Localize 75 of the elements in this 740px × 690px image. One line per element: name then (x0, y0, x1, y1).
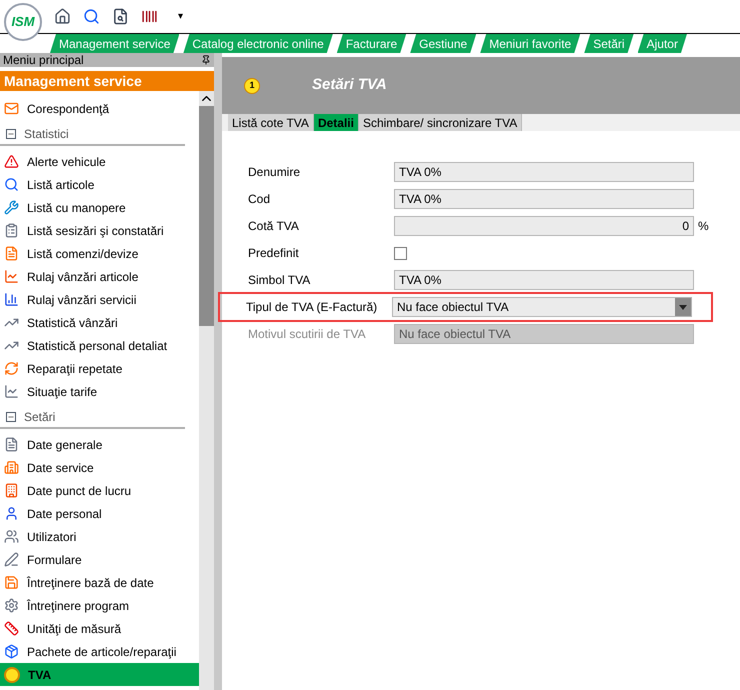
people-icon (4, 529, 19, 544)
sidebar-item[interactable]: Utilizatori (0, 525, 199, 548)
page-title: Setări TVA (312, 75, 387, 96)
barcode-icon[interactable] (141, 8, 158, 25)
package-icon (4, 644, 19, 659)
sidebar-item[interactable]: Listă comenzi/devize (0, 242, 199, 265)
search-icon[interactable] (83, 8, 100, 25)
tab[interactable]: Listă cote TVA (228, 114, 314, 131)
sidebar-item[interactable]: Rulaj vânzări servicii (0, 288, 199, 311)
field-label: Denumire (248, 164, 302, 181)
logo: ISM (4, 2, 42, 40)
sidebar-item[interactable]: Statistică personal detaliat (0, 334, 199, 357)
wrench-icon (4, 200, 19, 215)
coin-icon (4, 666, 20, 682)
sidebar-item[interactable]: Statistică vânzări (0, 311, 199, 334)
alert-icon (4, 154, 19, 169)
sidebar-item[interactable]: Alerte vehicule (0, 150, 199, 173)
number-field[interactable]: 0 (394, 216, 694, 236)
document-search-icon[interactable] (112, 8, 129, 25)
field-label: Cotă TVA (248, 218, 300, 235)
panel-title: Meniu principal (3, 52, 84, 69)
collapse-icon (6, 129, 16, 139)
pin-icon[interactable] (201, 55, 211, 65)
overflow-button[interactable]: ▾ (178, 9, 183, 24)
clipboard-icon (4, 223, 19, 238)
section-header[interactable]: Setări (0, 407, 185, 429)
magnifier-icon (4, 177, 19, 192)
sidebar-item[interactable]: Formulare (0, 548, 199, 571)
line-chart-icon (4, 384, 19, 399)
field-label: Tipul de TVA (E-Factură) (246, 299, 378, 316)
sidebar-item[interactable]: Întreţinere bază de date (0, 571, 199, 594)
sidebar-item[interactable]: Listă sesizări şi constatări (0, 219, 199, 242)
field-label: Cod (248, 191, 272, 208)
unit-label: % (698, 218, 709, 235)
sidebar-item[interactable]: Date service (0, 456, 199, 479)
sidebar-item[interactable]: Date generale (0, 433, 199, 456)
section-header[interactable]: Statistici (0, 124, 185, 146)
sidebar-item[interactable]: Date personal (0, 502, 199, 525)
field-label: Motivul scutirii de TVA (248, 326, 367, 343)
field-label: Simbol TVA (248, 272, 312, 289)
sidebar-item[interactable]: Rulaj vânzări articole (0, 265, 199, 288)
sidebar-item[interactable]: Pachete de articole/reparaţii (0, 640, 199, 663)
collapse-icon (6, 412, 16, 422)
coin-icon: 1 (244, 78, 260, 94)
dropdown[interactable]: Nu face obiectul TVA (392, 297, 692, 317)
sidebar-item[interactable]: Listă articole (0, 173, 199, 196)
field-label: Predefinit (248, 245, 300, 262)
building-icon (4, 460, 19, 475)
text-field[interactable]: TVA 0% (394, 270, 694, 290)
sidebar-item[interactable]: Reparaţii repetate (0, 357, 199, 380)
bar-chart-icon (4, 292, 19, 307)
sidebar-item[interactable]: Corespondenţă (0, 97, 199, 120)
sidebar-item[interactable]: TVA (0, 663, 199, 686)
document-icon (4, 437, 19, 452)
text-field[interactable]: TVA 0% (394, 189, 694, 209)
line-chart-icon (4, 269, 19, 284)
home-icon[interactable] (54, 8, 71, 25)
document-icon (4, 246, 19, 261)
checkbox[interactable] (394, 246, 407, 260)
pen-icon (4, 552, 19, 567)
person-icon (4, 506, 19, 521)
ruler-icon (4, 621, 19, 636)
gear-icon (4, 598, 19, 613)
sidebar-item[interactable]: Întreţinere program (0, 594, 199, 617)
scrollbar[interactable] (199, 91, 214, 690)
sidebar-item[interactable]: Unităţi de măsură (0, 617, 199, 640)
sidebar-item[interactable]: Situaţie tarife (0, 380, 199, 403)
envelope-icon (4, 101, 19, 116)
refresh-icon (4, 361, 19, 376)
sidebar-item[interactable]: Date punct de lucru (0, 479, 199, 502)
sidebar-item[interactable]: Listă cu manopere (0, 196, 199, 219)
building-icon (4, 483, 19, 498)
text-field[interactable]: TVA 0% (394, 162, 694, 182)
tab[interactable]: Detalii (314, 114, 359, 131)
tab[interactable]: Schimbare/ sincronizare TVA (358, 114, 522, 131)
